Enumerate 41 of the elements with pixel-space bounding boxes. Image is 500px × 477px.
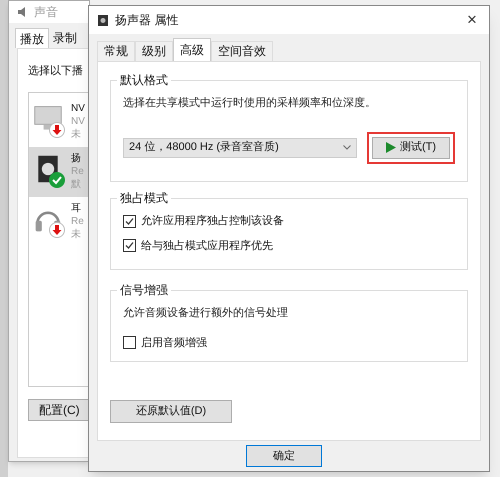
checkbox-label: 启用音频增强 xyxy=(141,336,207,350)
device-text: 扬 xyxy=(71,152,82,165)
configure-button[interactable]: 配置(C) xyxy=(28,398,89,420)
group-heading: 信号增强 xyxy=(117,282,171,298)
device-text: Re xyxy=(71,165,84,178)
device-row[interactable]: 耳 Re 未 xyxy=(29,196,88,246)
checkbox-label: 给与独占模式应用程序优先 xyxy=(141,238,273,254)
chevron-down-icon xyxy=(343,145,351,150)
tab[interactable]: 录制 xyxy=(49,28,81,48)
checkmark-icon xyxy=(125,241,134,250)
dropdown-value: 24 位，48000 Hz (录音室音质) xyxy=(129,140,279,156)
play-icon xyxy=(386,142,396,153)
restore-defaults-button[interactable]: 还原默认值(D) xyxy=(110,400,232,423)
device-text: 未 xyxy=(71,228,82,241)
speaker-icon xyxy=(97,14,109,26)
ok-button[interactable]: 确定 xyxy=(246,445,322,467)
device-text: 默 xyxy=(71,178,82,191)
instruction-text: 选择以下播 xyxy=(28,64,84,79)
window-title: 扬声器 属性 xyxy=(115,12,178,29)
checkbox-label: 允许应用程序独占控制该设备 xyxy=(141,214,284,229)
checkbox[interactable] xyxy=(123,214,136,228)
device-text: Re xyxy=(71,215,84,228)
tab[interactable]: 高级 xyxy=(173,38,211,61)
device-text: NV xyxy=(71,115,85,128)
description-text: 选择在共享模式中运行时使用的采样频率和位深度。 xyxy=(123,96,377,111)
close-button[interactable]: × xyxy=(455,6,489,34)
device-text: NV xyxy=(71,102,85,115)
device-row[interactable]: NV NV 未 xyxy=(29,96,88,146)
device-text: 未 xyxy=(71,128,82,141)
device-text: 耳 xyxy=(71,202,82,215)
group-heading: 独占模式 xyxy=(117,190,171,206)
device-row[interactable]: 扬 Re 默 xyxy=(29,146,88,196)
checkmark-icon xyxy=(125,216,134,226)
window-title: 声音 xyxy=(34,4,58,21)
tab[interactable]: 播放 xyxy=(15,28,49,48)
description-text: 允许音频设备进行额外的信号处理 xyxy=(123,306,289,321)
format-dropdown[interactable]: 24 位，48000 Hz (录音室音质) xyxy=(123,138,357,158)
checkbox[interactable] xyxy=(123,239,136,252)
checkbox[interactable] xyxy=(123,336,136,350)
test-button[interactable]: 测试(T) xyxy=(372,136,450,158)
group-heading: 默认格式 xyxy=(117,72,171,88)
